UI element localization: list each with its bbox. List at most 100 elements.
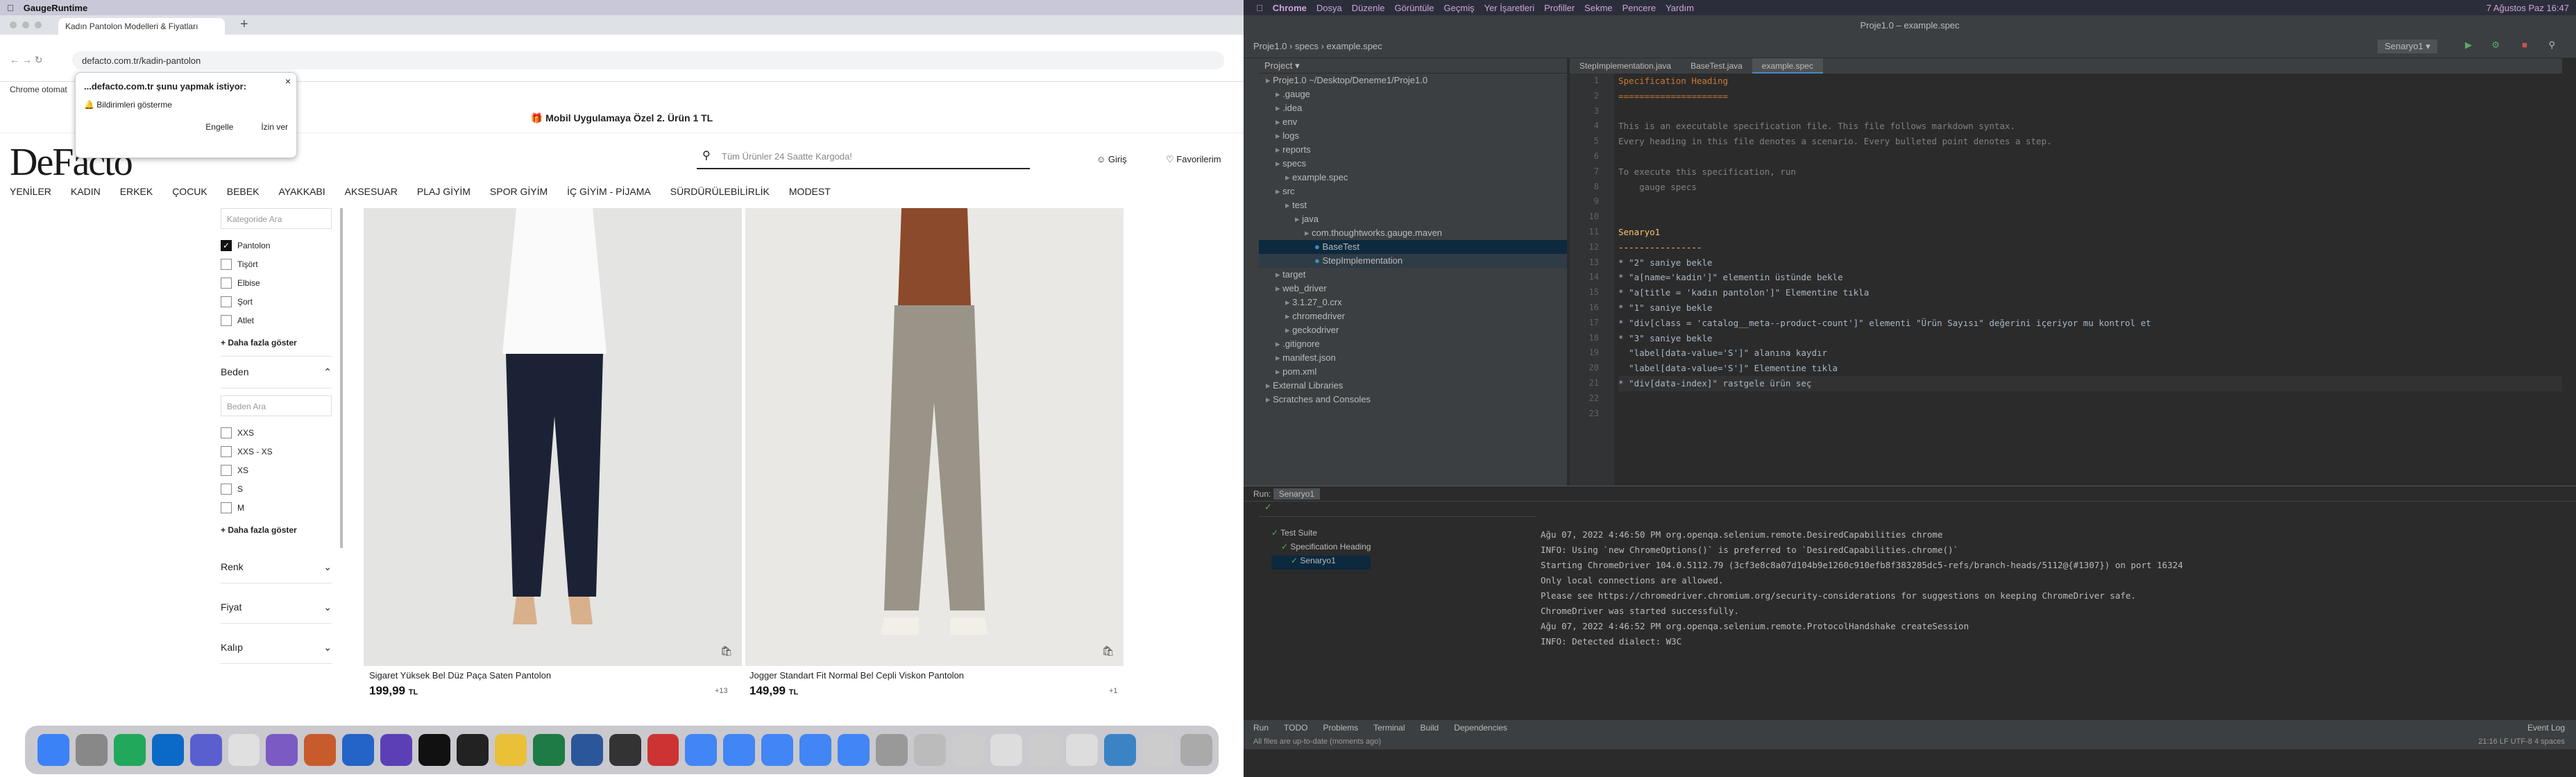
more-sizes-button[interactable]: + Daha fazla göster [221, 517, 332, 543]
nav-item[interactable]: SÜRDÜRÜLEBİLİRLİK [670, 186, 770, 197]
allow-button[interactable]: İzin ver [261, 122, 288, 132]
size-search[interactable]: Beden Ara [221, 395, 332, 416]
checkbox[interactable] [221, 296, 232, 307]
checkbox[interactable] [221, 258, 232, 270]
checkbox[interactable] [221, 427, 232, 438]
new-tab-icon[interactable]: + [240, 17, 248, 33]
tree-item[interactable]: ▸ web_driver [1259, 282, 1567, 296]
run-tree-item[interactable]: ✓ Specification Heading [1271, 542, 1371, 556]
dock-app-icon[interactable] [75, 734, 108, 766]
dock-app-icon[interactable] [1104, 734, 1137, 766]
tree-item[interactable]: ▸ java [1259, 212, 1567, 226]
tree-item[interactable]: ▸ .gitignore [1259, 337, 1567, 351]
checkbox[interactable]: ✓ [221, 239, 232, 251]
checkbox[interactable] [221, 277, 232, 289]
tree-item[interactable]: ▸ test [1259, 198, 1567, 212]
nav-item[interactable]: AYAKKABI [278, 186, 325, 197]
login-link[interactable]: ☺ Giriş [1096, 154, 1127, 164]
menu-item[interactable]: Görüntüle [1394, 3, 1434, 13]
search-icon[interactable]: ⚲ [2548, 40, 2555, 51]
crumb-file[interactable]: example.spec [1327, 41, 1382, 51]
category-option[interactable]: Tişört [221, 255, 332, 273]
product-name-2[interactable]: Jogger Standart Fit Normal Bel Cepli Vis… [749, 670, 964, 681]
size-option[interactable]: XXS [221, 423, 332, 442]
filter-section[interactable]: Kalıp ⌄ [221, 624, 332, 664]
size-option[interactable]: M [221, 498, 332, 517]
active-app[interactable]: GaugeRuntime [24, 3, 87, 13]
nav-item[interactable]: PLAJ GİYİM [417, 186, 471, 197]
dock-app-icon[interactable] [532, 734, 565, 766]
dock-app-icon[interactable] [990, 734, 1022, 766]
size-option[interactable]: XXS - XS [221, 442, 332, 461]
minimize-dot-icon[interactable] [22, 22, 29, 28]
tree-item[interactable]: ▸ 3.1.27_0.crx [1259, 296, 1567, 309]
debug-icon[interactable]: ⚙ [2491, 40, 2500, 51]
tree-item[interactable]: ▸ Proje1.0 ~/Desktop/Deneme1/Proje1.0 [1259, 74, 1567, 87]
dock-app-icon[interactable] [266, 734, 298, 766]
close-icon[interactable]: × [285, 76, 291, 87]
dock-app-icon[interactable] [875, 734, 908, 766]
dock-app-icon[interactable] [913, 734, 946, 766]
run-tree-item[interactable]: ✓ Senaryo1 [1271, 556, 1371, 570]
dock-app-icon[interactable] [761, 734, 794, 766]
editor-tab[interactable]: StepImplementation.java [1570, 58, 1681, 74]
project-header[interactable]: Project ▾ [1259, 58, 1567, 74]
checkbox[interactable] [221, 483, 232, 495]
code-area[interactable]: Specification Heading ===================… [1618, 74, 2562, 421]
category-search[interactable]: Kategoride Ara [221, 208, 332, 229]
checkbox[interactable] [221, 314, 232, 326]
tab-defacto[interactable]: Kadın Pantolon Modelleri & Fiyatları [58, 18, 225, 35]
sidebar-scrollbar[interactable] [340, 208, 343, 548]
color-count-1[interactable]: +13 [715, 687, 728, 695]
nav-item[interactable]: MODEST [789, 186, 831, 197]
category-option[interactable]: Atlet [221, 311, 332, 330]
nav-item[interactable]: BEBEK [227, 186, 260, 197]
back-icon[interactable]: ← → ↻ [10, 54, 43, 66]
apple-icon[interactable]:  [1256, 3, 1263, 13]
tree-item[interactable]: ▸ src [1259, 185, 1567, 198]
size-option[interactable]: XS [221, 461, 332, 479]
size-option[interactable]: S [221, 479, 332, 498]
dock-app-icon[interactable] [228, 734, 260, 766]
tree-item[interactable]: ● StepImplementation [1259, 254, 1567, 268]
tree-item[interactable]: ▸ .idea [1259, 101, 1567, 115]
dock-app-icon[interactable] [189, 734, 222, 766]
event-log-button[interactable]: Event Log [2527, 723, 2565, 733]
apple-icon[interactable]:  [7, 3, 14, 13]
filter-section[interactable]: Fiyat ⌄ [221, 583, 332, 624]
bottom-tab[interactable]: Problems [1323, 723, 1358, 733]
checkbox[interactable] [221, 502, 232, 513]
bottom-tab[interactable]: Run [1253, 723, 1269, 733]
product-card-1[interactable] [364, 208, 742, 666]
bag-icon-1[interactable]: 🛍 [720, 645, 733, 657]
stop-icon[interactable]: ■ [2522, 40, 2527, 50]
dock-app-icon[interactable] [113, 734, 146, 766]
dock-app-icon[interactable] [951, 734, 984, 766]
menu-item[interactable]: Düzenle [1352, 3, 1385, 13]
tree-item[interactable]: ▸ manifest.json [1259, 351, 1567, 365]
editor-tab[interactable]: example.spec [1752, 58, 1823, 74]
dock-app-icon[interactable] [37, 734, 69, 766]
size-section[interactable]: Beden ⌃ [221, 356, 332, 388]
product-name-1[interactable]: Sigaret Yüksek Bel Düz Paça Saten Pantol… [369, 670, 551, 681]
product-card-2[interactable] [745, 208, 1124, 666]
menu-item[interactable]: Yardım [1666, 3, 1694, 13]
tree-item[interactable]: ▸ geckodriver [1259, 323, 1567, 337]
filter-section[interactable]: Renk ⌄ [221, 543, 332, 583]
bottom-tab[interactable]: TODO [1284, 723, 1307, 733]
nav-item[interactable]: KADIN [71, 186, 101, 197]
dock-app-icon[interactable] [570, 734, 603, 766]
run-icon[interactable]: ▶ [2465, 40, 2472, 51]
tree-item[interactable]: ▸ chromedriver [1259, 309, 1567, 323]
zoom-dot-icon[interactable] [35, 22, 42, 28]
editor-tab[interactable]: BaseTest.java [1681, 58, 1752, 74]
tree-item[interactable]: ▸ External Libraries [1259, 379, 1567, 393]
nav-item[interactable]: İÇ GİYİM - PİJAMA [567, 186, 651, 197]
url-field[interactable]: defacto.com.tr/kadin-pantolon [72, 51, 1224, 69]
category-option[interactable]: Şort [221, 292, 332, 311]
menu-item[interactable]: Pencere [1622, 3, 1656, 13]
bag-icon-2[interactable]: 🛍 [1102, 645, 1115, 657]
run-config-select[interactable]: Senaryo1 ▾ [2378, 40, 2437, 53]
checkbox[interactable] [221, 445, 232, 457]
dock-app-icon[interactable] [685, 734, 718, 766]
